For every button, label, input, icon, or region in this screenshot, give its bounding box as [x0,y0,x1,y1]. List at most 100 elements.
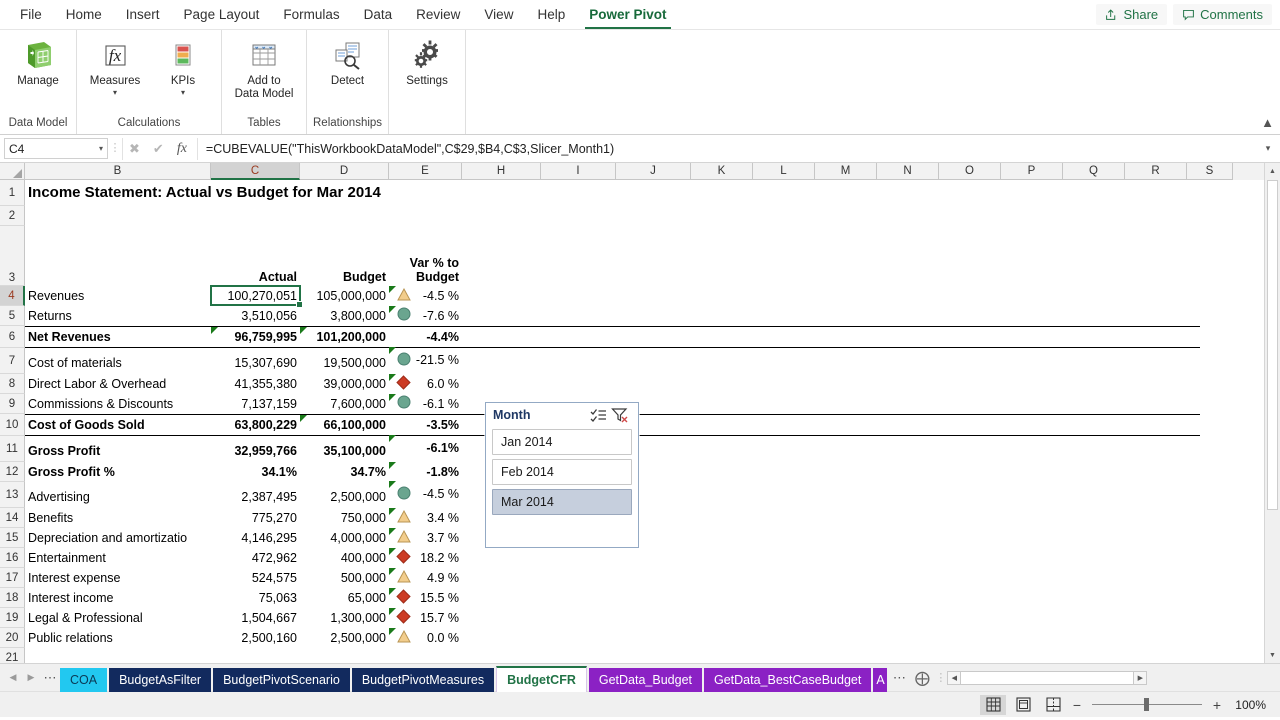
cell-E8[interactable]: 6.0 % [389,374,462,393]
cell-E13[interactable]: -4.5 % [389,481,462,507]
cell-E18[interactable]: 15.5 % [389,588,462,607]
add-sheet-icon[interactable]: ⨁ [909,669,935,687]
cell-B18[interactable]: Interest income [25,588,211,607]
row-header-9[interactable]: 9 [0,394,25,414]
select-all-corner[interactable] [0,163,25,180]
horizontal-scroll-track[interactable] [961,670,1134,685]
comments-button[interactable]: Comments [1173,4,1272,25]
slicer-item-mar-2014[interactable]: Mar 2014 [492,489,632,515]
month-slicer[interactable]: Month Jan 2014 Feb 2014 Mar 2014 [485,402,639,548]
cell-D12[interactable]: 34.7% [300,462,389,481]
row-header-20[interactable]: 20 [0,628,25,648]
cell-B4[interactable]: Revenues [25,286,211,305]
manage-button[interactable]: Manage [6,36,70,88]
sheet-tab-budgetcfr[interactable]: BudgetCFR [496,665,587,692]
ribbon-tab-view[interactable]: View [472,1,525,29]
report-title[interactable]: Income Statement: Actual vs Budget for M… [25,180,462,205]
row-header-1[interactable]: 1 [0,180,25,206]
empty-cell[interactable] [25,206,462,225]
scroll-left-icon[interactable]: ◀ [947,670,962,685]
zoom-slider[interactable] [1092,698,1202,711]
row-header-15[interactable]: 15 [0,528,25,548]
multi-select-icon[interactable] [587,408,609,423]
sheet-tab-getdata-budget[interactable]: GetData_Budget [588,667,702,692]
ribbon-tab-power-pivot[interactable]: Power Pivot [577,1,678,29]
clear-filter-icon[interactable] [609,407,631,423]
column-header-E[interactable]: E [389,163,462,180]
cell-D6[interactable]: 101,200,000 [300,327,389,347]
column-header-R[interactable]: R [1125,163,1187,180]
cell-B13[interactable]: Advertising [25,487,211,507]
cell-C10[interactable]: 63,800,229 [211,415,300,435]
cell-D3-budget-header[interactable]: Budget [300,226,389,285]
row-header-16[interactable]: 16 [0,548,25,568]
cell-C11[interactable]: 32,959,766 [211,441,300,461]
sheet-tab-partial[interactable]: A [873,667,888,692]
column-header-M[interactable]: M [815,163,877,180]
column-header-Q[interactable]: Q [1063,163,1125,180]
ribbon-tab-help[interactable]: Help [525,1,577,29]
row-header-12[interactable]: 12 [0,462,25,482]
cell-E17[interactable]: 4.9 % [389,568,462,587]
row-header-21[interactable]: 21 [0,648,25,663]
cell-D17[interactable]: 500,000 [300,568,389,587]
cell-B7[interactable]: Cost of materials [25,353,211,373]
next-sheet-icon[interactable]: ▶ [22,672,40,683]
cell-D18[interactable]: 65,000 [300,588,389,607]
row-header-6[interactable]: 6 [0,326,25,348]
cell-C7[interactable]: 15,307,690 [211,353,300,373]
cell-B17[interactable]: Interest expense [25,568,211,587]
normal-view-icon[interactable] [980,694,1006,715]
vertical-scroll-thumb[interactable] [1267,180,1278,510]
column-header-J[interactable]: J [616,163,691,180]
cell-E15[interactable]: 3.7 % [389,528,462,547]
column-header-H[interactable]: H [462,163,541,180]
row-header-10[interactable]: 10 [0,414,25,436]
cell-D8[interactable]: 39,000,000 [300,374,389,393]
row-header-3[interactable]: 3 [0,226,25,286]
column-header-L[interactable]: L [753,163,815,180]
cell-C8[interactable]: 41,355,380 [211,374,300,393]
settings-button[interactable]: Settings [395,36,459,88]
cell-D5[interactable]: 3,800,000 [300,306,389,325]
cell-E7[interactable]: -21.5 % [389,347,462,373]
prev-sheet-icon[interactable]: ◀ [4,672,22,683]
cell-D14[interactable]: 750,000 [300,508,389,527]
name-box-dropdown-icon[interactable]: ▾ [99,144,103,153]
cell-E3-variance-header[interactable]: Var % to Budget [389,226,462,285]
cell-C6[interactable]: 96,759,995 [211,327,300,347]
row-header-5[interactable]: 5 [0,306,25,326]
cell-E12[interactable]: -1.8% [389,462,462,481]
ribbon-tab-home[interactable]: Home [54,1,114,29]
column-header-O[interactable]: O [939,163,1001,180]
ribbon-tab-file[interactable]: File [8,1,54,29]
cell-C12[interactable]: 34.1% [211,462,300,481]
zoom-level-label[interactable]: 100% [1232,698,1274,712]
cell-B15[interactable]: Depreciation and amortizatio [25,528,211,547]
page-break-view-icon[interactable] [1040,695,1066,715]
ribbon-tab-page-layout[interactable]: Page Layout [172,1,272,29]
cell-B6[interactable]: Net Revenues [25,327,211,347]
cell-D15[interactable]: 4,000,000 [300,528,389,547]
sheet-tab-budgetpivotmeasures[interactable]: BudgetPivotMeasures [351,667,495,692]
row-header-7[interactable]: 7 [0,348,25,374]
measures-button[interactable]: fx Measures ▾ [83,36,147,96]
column-header-N[interactable]: N [877,163,939,180]
insert-function-icon[interactable]: fx [177,141,187,157]
cell-D20[interactable]: 2,500,000 [300,628,389,647]
cell-D16[interactable]: 400,000 [300,548,389,567]
cell-B9[interactable]: Commissions & Discounts [25,394,211,413]
row-header-19[interactable]: 19 [0,608,25,628]
cell-D11[interactable]: 35,100,000 [300,441,389,461]
column-header-B[interactable]: B [25,163,211,180]
cell-E9[interactable]: -6.1 % [389,394,462,413]
formula-input[interactable]: =CUBEVALUE("ThisWorkbookDataModel",C$29,… [198,142,1260,156]
cell-D9[interactable]: 7,600,000 [300,394,389,413]
kpis-button[interactable]: KPIs ▾ [151,36,215,96]
cell-B11[interactable]: Gross Profit [25,441,211,461]
ribbon-tab-formulas[interactable]: Formulas [271,1,351,29]
cell-C16[interactable]: 472,962 [211,548,300,567]
slicer-item-jan-2014[interactable]: Jan 2014 [492,429,632,455]
more-sheets-left-icon[interactable]: ⋯ [40,671,60,684]
ribbon-tab-review[interactable]: Review [404,1,472,29]
